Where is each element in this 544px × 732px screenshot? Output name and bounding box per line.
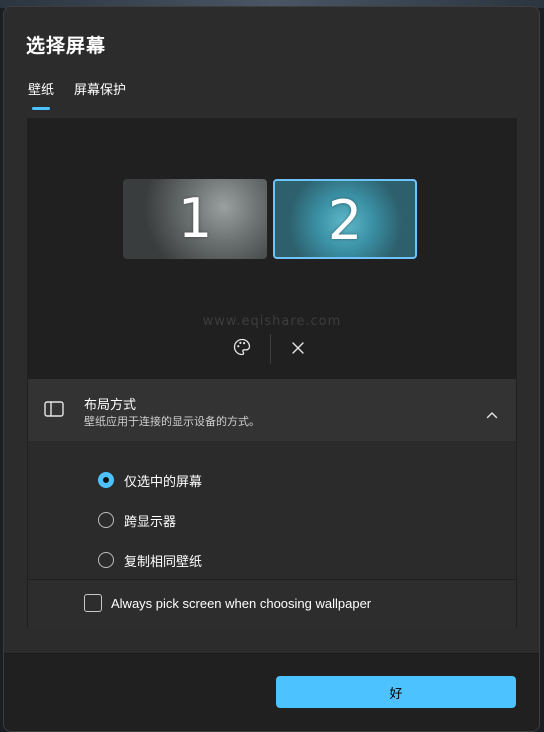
active-tab-indicator — [32, 107, 50, 110]
dialog-title: 选择屏幕 — [26, 35, 107, 57]
dialog-button-bar: 好 — [4, 653, 539, 731]
actions-divider — [270, 334, 271, 364]
preview-actions — [217, 332, 327, 366]
layout-card-title: 布局方式 — [84, 398, 137, 413]
monitor-2-thumbnail[interactable]: 2 — [273, 179, 417, 259]
monitor-1-number: 1 — [177, 187, 213, 250]
always-pick-screen-option[interactable]: Always pick screen when choosing wallpap… — [84, 594, 371, 612]
radio-button[interactable] — [98, 512, 114, 528]
chevron-up-icon[interactable] — [486, 404, 498, 423]
watermark-text: www.eqishare.com — [202, 314, 342, 329]
radio-button[interactable] — [98, 552, 114, 568]
monitor-1-thumbnail[interactable]: 1 — [123, 179, 267, 259]
checkbox-label: Always pick screen when choosing wallpap… — [111, 595, 372, 611]
radio-span-monitors[interactable]: 跨显示器 — [98, 508, 176, 532]
close-icon — [291, 340, 305, 359]
card-footer: Always pick screen when choosing wallpap… — [28, 579, 516, 628]
radio-label: 跨显示器 — [124, 514, 177, 530]
radio-selected-screen[interactable]: 仅选中的屏幕 — [98, 468, 202, 492]
tab-wallpaper[interactable]: 壁纸 — [28, 83, 54, 115]
clear-button[interactable] — [281, 332, 315, 366]
layout-card-header[interactable]: 布局方式 壁纸应用于连接的显示设备的方式。 — [28, 379, 516, 441]
tab-screensaver-label: 屏幕保护 — [74, 83, 127, 98]
layout-settings-card: 布局方式 壁纸应用于连接的显示设备的方式。 仅选中的屏幕 跨显示器 复制相同壁纸… — [27, 378, 517, 628]
monitor-2-number: 2 — [327, 189, 363, 252]
always-pick-screen-checkbox[interactable] — [84, 594, 102, 612]
sidebar-layout-icon — [44, 401, 64, 421]
tab-bar: 壁纸 屏幕保护 — [28, 83, 126, 115]
ok-button[interactable]: 好 — [276, 676, 516, 708]
monitor-preview-area: 1 2 www.eqishare.com — [27, 118, 517, 378]
palette-icon — [233, 338, 251, 360]
tab-wallpaper-label: 壁纸 — [28, 83, 55, 98]
radio-label: 仅选中的屏幕 — [124, 474, 203, 490]
radio-duplicate-wallpaper[interactable]: 复制相同壁纸 — [98, 548, 202, 572]
layout-card-subtitle: 壁纸应用于连接的显示设备的方式。 — [84, 415, 260, 428]
radio-label: 复制相同壁纸 — [124, 554, 203, 570]
palette-button[interactable] — [225, 332, 259, 366]
tab-screensaver[interactable]: 屏幕保护 — [74, 83, 126, 115]
choose-screen-dialog: 选择屏幕 壁纸 屏幕保护 1 2 www.eqishare.com 布局方式 壁… — [3, 6, 540, 732]
radio-button-selected[interactable] — [98, 472, 114, 488]
